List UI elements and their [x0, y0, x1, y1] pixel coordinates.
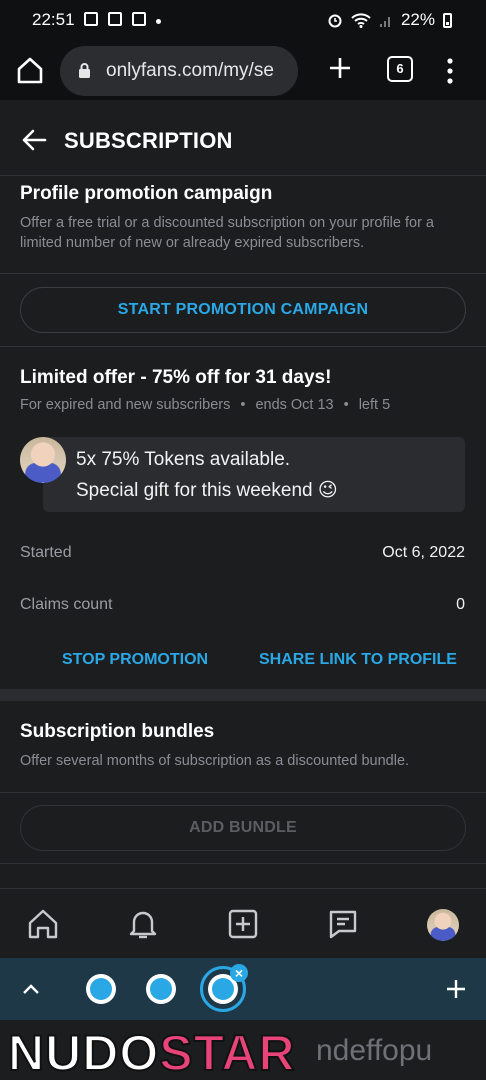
home-nav-icon[interactable] [26, 907, 60, 941]
separator-dot: • [343, 397, 349, 413]
more-notifications-icon [156, 18, 161, 24]
started-value: Oct 6, 2022 [382, 544, 465, 561]
lock-icon [79, 63, 90, 78]
battery-percent: 22% [400, 10, 435, 29]
started-label: Started [20, 544, 72, 561]
divider [0, 273, 486, 274]
section-divider [0, 689, 486, 701]
offer-message-box: 5x 75% Tokens available. Special gift fo… [43, 437, 465, 512]
url-text: onlyfans.com/my/se [106, 60, 274, 81]
offer-title: Limited offer - 75% off for 31 days! [20, 367, 332, 388]
watermark-brand: NUDOSTAR [7, 1024, 296, 1080]
watermark-brand-part1: NUDO [7, 1024, 160, 1080]
promotion-description: Offer a free trial or a discounted subsc… [20, 215, 435, 251]
onlyfans-logo-icon [150, 978, 172, 1000]
offer-message-line1: 5x 75% Tokens available. [76, 449, 291, 470]
signal-icon [379, 17, 390, 27]
start-promotion-button[interactable]: START PROMOTION CAMPAIGN [20, 287, 466, 333]
status-time: 22:51 [32, 10, 75, 29]
add-post-icon[interactable] [226, 907, 260, 941]
back-arrow-icon[interactable] [20, 126, 48, 154]
onlyfans-logo-icon [90, 978, 112, 1000]
avatar[interactable] [20, 437, 66, 483]
notification-icons [84, 12, 161, 26]
notifications-bell-icon[interactable] [126, 907, 160, 941]
offer-left: left 5 [358, 397, 391, 413]
tab-onlyfans-2[interactable] [146, 974, 176, 1004]
offer-ends: ends Oct 13 [255, 397, 334, 413]
home-icon[interactable] [14, 54, 46, 86]
add-bundle-button[interactable]: ADD BUNDLE [20, 805, 466, 851]
share-link-button[interactable]: SHARE LINK TO PROFILE [259, 651, 457, 669]
gallery-icon [84, 12, 98, 26]
status-bar: 22:51 22% [0, 0, 486, 40]
profile-avatar[interactable] [427, 909, 459, 941]
offer-meta: For expired and new subscribers • ends O… [20, 395, 390, 415]
alarm-icon [328, 14, 342, 28]
battery-icon [443, 12, 452, 28]
new-tab-icon[interactable] [326, 54, 354, 82]
stop-promotion-button[interactable]: STOP PROMOTION [62, 651, 208, 669]
screenshot-icon [132, 12, 146, 26]
video-icon [108, 12, 122, 26]
offer-audience: For expired and new subscribers [20, 397, 231, 413]
system-icons: 22% [327, 10, 452, 30]
page-header: SUBSCRIPTION [0, 100, 486, 176]
tab-onlyfans-1[interactable] [86, 974, 116, 1004]
tab-switcher-button[interactable]: 6 [387, 56, 413, 82]
tab-strip: × [0, 958, 486, 1020]
watermark-brand-part2: STAR [158, 1024, 296, 1080]
divider [0, 792, 486, 793]
divider [0, 346, 486, 347]
onlyfans-logo-icon [212, 978, 234, 1000]
chevron-up-icon[interactable] [20, 980, 42, 998]
watermark: NUDOSTAR ndeffopu [0, 1020, 486, 1080]
bundles-description: Offer several months of subscription as … [20, 753, 410, 769]
separator-dot: • [240, 397, 246, 413]
page-title: SUBSCRIPTION [64, 128, 233, 153]
watermark-username: ndeffopu [316, 1034, 433, 1067]
divider [0, 863, 486, 864]
bottom-navigation [0, 888, 486, 958]
claims-label: Claims count [20, 596, 113, 613]
claims-value[interactable]: 0 [456, 596, 465, 614]
close-tab-icon[interactable]: × [230, 964, 248, 982]
browser-toolbar: onlyfans.com/my/se 6 [0, 40, 486, 100]
add-tab-icon[interactable] [444, 977, 468, 1001]
address-bar[interactable]: onlyfans.com/my/se [60, 46, 298, 96]
messages-icon[interactable] [326, 907, 360, 941]
promotion-title: Profile promotion campaign [20, 183, 273, 204]
wifi-icon [351, 13, 371, 28]
more-menu-icon[interactable] [440, 56, 460, 86]
offer-message-line2: Special gift for this weekend 😉 [76, 480, 338, 501]
bundles-title: Subscription bundles [20, 721, 215, 742]
